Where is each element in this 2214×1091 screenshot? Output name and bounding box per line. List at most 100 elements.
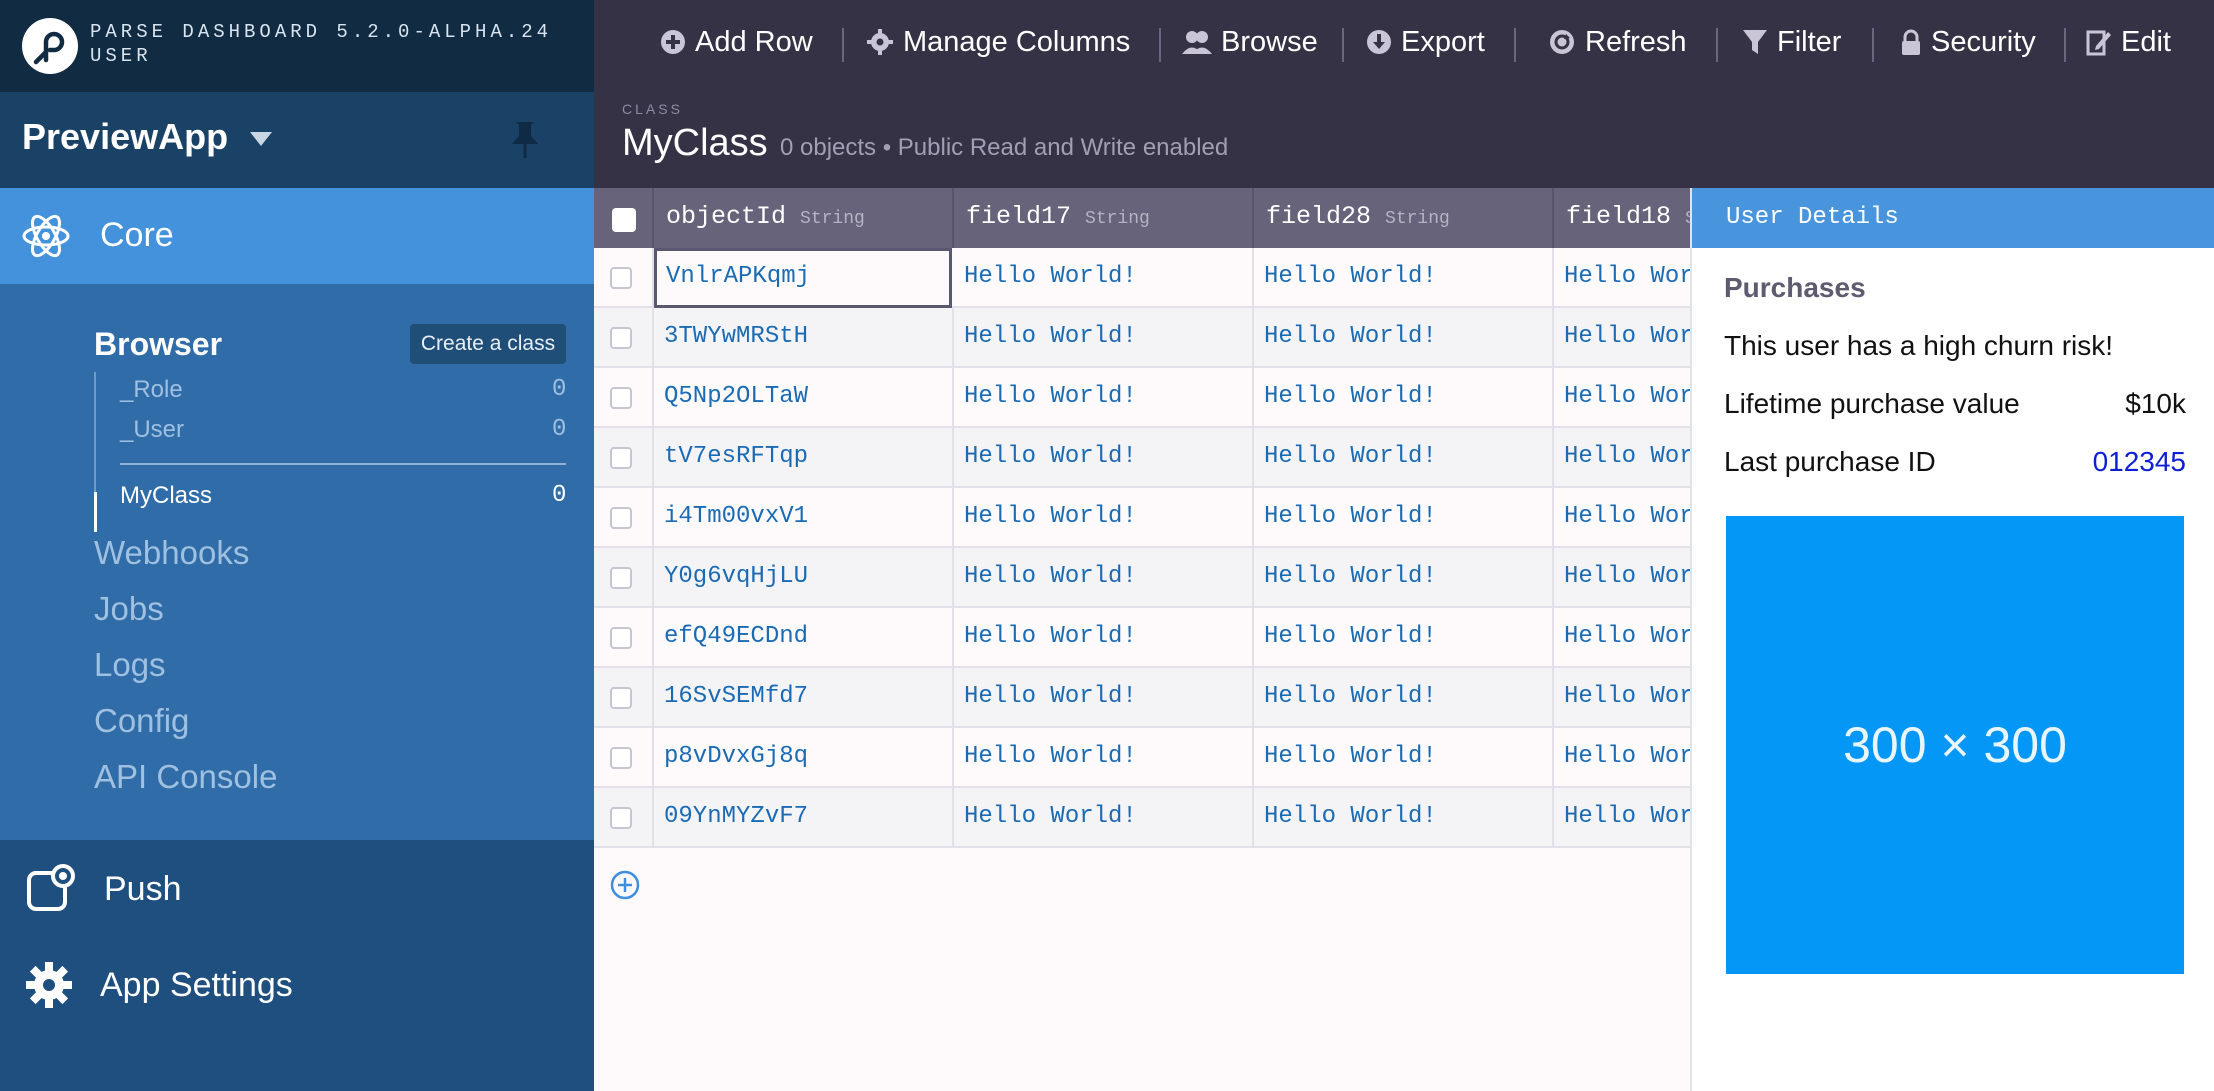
cell-field18[interactable]: Hello World!	[1554, 548, 1690, 608]
cell-field28[interactable]: Hello World!	[1254, 608, 1554, 668]
cell-field18[interactable]: Hello World!	[1554, 368, 1690, 428]
cell-field17[interactable]: Hello World!	[954, 728, 1254, 788]
cell-objectid[interactable]: p8vDvxGj8q	[654, 728, 954, 788]
cell-field28[interactable]: Hello World!	[1254, 248, 1554, 308]
cell-field17[interactable]: Hello World!	[954, 368, 1254, 428]
class-count: 0	[552, 416, 567, 443]
pin-icon[interactable]	[510, 120, 540, 165]
manage-columns-button[interactable]: Manage Columns	[866, 22, 1130, 62]
cell-field17[interactable]: Hello World!	[954, 488, 1254, 548]
cell-field18[interactable]: Hello World!	[1554, 728, 1690, 788]
edit-button[interactable]: Edit	[2086, 22, 2171, 62]
cell-field17[interactable]: Hello World!	[954, 608, 1254, 668]
filter-button[interactable]: Filter	[1742, 22, 1841, 62]
class-item-role[interactable]: _Role	[120, 376, 183, 404]
cell-field28[interactable]: Hello World!	[1254, 668, 1554, 728]
cell-objectid[interactable]: 3TWYwMRStH	[654, 308, 954, 368]
security-button[interactable]: Security	[1900, 22, 2036, 62]
lifetime-value: $10k	[2125, 388, 2186, 419]
cell-field18[interactable]: Hello World!	[1554, 428, 1690, 488]
table-row[interactable]: Y0g6vqHjLU Hello World! Hello World! Hel…	[594, 548, 1690, 608]
sidebar-item-jobs[interactable]: Jobs	[94, 590, 164, 628]
sidebar-item-logs[interactable]: Logs	[94, 646, 166, 684]
cell-objectid[interactable]: 16SvSEMfd7	[654, 668, 954, 728]
table-row[interactable]: 3TWYwMRStH Hello World! Hello World! Hel…	[594, 308, 1690, 368]
cell-objectid[interactable]: Y0g6vqHjLU	[654, 548, 954, 608]
add-row-icon[interactable]	[610, 870, 640, 905]
table-row[interactable]: tV7esRFTqp Hello World! Hello World! Hel…	[594, 428, 1690, 488]
chevron-down-icon[interactable]	[250, 132, 272, 146]
cell-field18[interactable]: Hello World!	[1554, 488, 1690, 548]
cell-field17[interactable]: Hello World!	[954, 548, 1254, 608]
browse-button[interactable]: Browse	[1182, 22, 1318, 62]
table-row[interactable]: efQ49ECDnd Hello World! Hello World! Hel…	[594, 608, 1690, 668]
cell-field18[interactable]: Hello World!	[1554, 248, 1690, 308]
cell-objectid[interactable]: efQ49ECDnd	[654, 608, 954, 668]
row-checkbox[interactable]	[610, 267, 632, 289]
cell-field17[interactable]: Hello World!	[954, 308, 1254, 368]
cell-objectid[interactable]: Q5Np2OLTaW	[654, 368, 954, 428]
cell-objectid[interactable]: 09YnMYZvF7	[654, 788, 954, 848]
cell-field17[interactable]: Hello World!	[954, 428, 1254, 488]
class-item-user[interactable]: _User	[120, 416, 184, 444]
last-purchase-link[interactable]: 012345	[2093, 446, 2186, 478]
cell-field28[interactable]: Hello World!	[1254, 728, 1554, 788]
cell-field28[interactable]: Hello World!	[1254, 428, 1554, 488]
export-button[interactable]: Export	[1366, 22, 1485, 62]
cell-field18[interactable]: Hello World!	[1554, 608, 1690, 668]
row-checkbox[interactable]	[610, 567, 632, 589]
cell-field17[interactable]: Hello World!	[954, 248, 1254, 308]
row-checkbox[interactable]	[610, 807, 632, 829]
sidebar-item-api-console[interactable]: API Console	[94, 758, 277, 796]
sidebar-item-core[interactable]: Core	[0, 188, 594, 284]
cell-field18[interactable]: Hello World!	[1554, 788, 1690, 848]
select-all-checkbox[interactable]	[612, 208, 636, 232]
sidebar-item-app-settings[interactable]: App Settings	[0, 936, 594, 1032]
add-row-button[interactable]: Add Row	[660, 22, 813, 62]
sidebar-item-config[interactable]: Config	[94, 702, 189, 740]
table-row[interactable]: p8vDvxGj8q Hello World! Hello World! Hel…	[594, 728, 1690, 788]
row-checkbox[interactable]	[610, 507, 632, 529]
table-row[interactable]: Q5Np2OLTaW Hello World! Hello World! Hel…	[594, 368, 1690, 428]
cell-field17[interactable]: Hello World!	[954, 788, 1254, 848]
sidebar-item-push[interactable]: Push	[0, 840, 594, 936]
column-header-field17[interactable]: field17 String	[954, 188, 1254, 248]
column-name: field28	[1266, 202, 1372, 231]
refresh-icon	[1550, 30, 1574, 54]
cell-field28[interactable]: Hello World!	[1254, 488, 1554, 548]
column-type: String	[1385, 209, 1450, 229]
table-row[interactable]: 16SvSEMfd7 Hello World! Hello World! Hel…	[594, 668, 1690, 728]
row-checkbox[interactable]	[610, 387, 632, 409]
cell-objectid[interactable]: i4Tm00vxV1	[654, 488, 954, 548]
cell-field28[interactable]: Hello World!	[1254, 548, 1554, 608]
create-class-button[interactable]: Create a class	[410, 324, 566, 364]
sidebar-item-browser[interactable]: Browser	[94, 326, 222, 363]
row-checkbox[interactable]	[610, 447, 632, 469]
panel-title: User Details	[1726, 204, 1899, 231]
purchases-heading: Purchases	[1724, 272, 1866, 303]
row-checkbox[interactable]	[610, 327, 632, 349]
sidebar-item-webhooks[interactable]: Webhooks	[94, 534, 249, 572]
column-header-objectid[interactable]: objectId String	[654, 188, 954, 248]
cell-field28[interactable]: Hello World!	[1254, 788, 1554, 848]
table-row[interactable]: VnlrAPKqmj Hello World! Hello World! Hel…	[594, 248, 1690, 308]
table-row[interactable]: 09YnMYZvF7 Hello World! Hello World! Hel…	[594, 788, 1690, 848]
cell-objectid[interactable]: tV7esRFTqp	[654, 428, 954, 488]
cell-field18[interactable]: Hello World!	[1554, 308, 1690, 368]
refresh-button[interactable]: Refresh	[1548, 22, 1687, 62]
row-checkbox[interactable]	[610, 747, 632, 769]
row-checkbox[interactable]	[610, 627, 632, 649]
cell-field28[interactable]: Hello World!	[1254, 368, 1554, 428]
cell-objectid[interactable]: VnlrAPKqmj	[654, 248, 952, 308]
row-checkbox[interactable]	[610, 687, 632, 709]
cell-field17[interactable]: Hello World!	[954, 668, 1254, 728]
column-header-field28[interactable]: field28 String	[1254, 188, 1554, 248]
app-switcher[interactable]: PreviewApp	[0, 92, 594, 188]
column-type: String	[800, 209, 865, 229]
cell-field28[interactable]: Hello World!	[1254, 308, 1554, 368]
parse-logo-icon[interactable]	[22, 18, 78, 74]
class-item-myclass[interactable]: MyClass	[120, 482, 212, 510]
table-row[interactable]: i4Tm00vxV1 Hello World! Hello World! Hel…	[594, 488, 1690, 548]
cell-field18[interactable]: Hello World!	[1554, 668, 1690, 728]
column-header-field18[interactable]: field18String	[1554, 188, 1690, 248]
